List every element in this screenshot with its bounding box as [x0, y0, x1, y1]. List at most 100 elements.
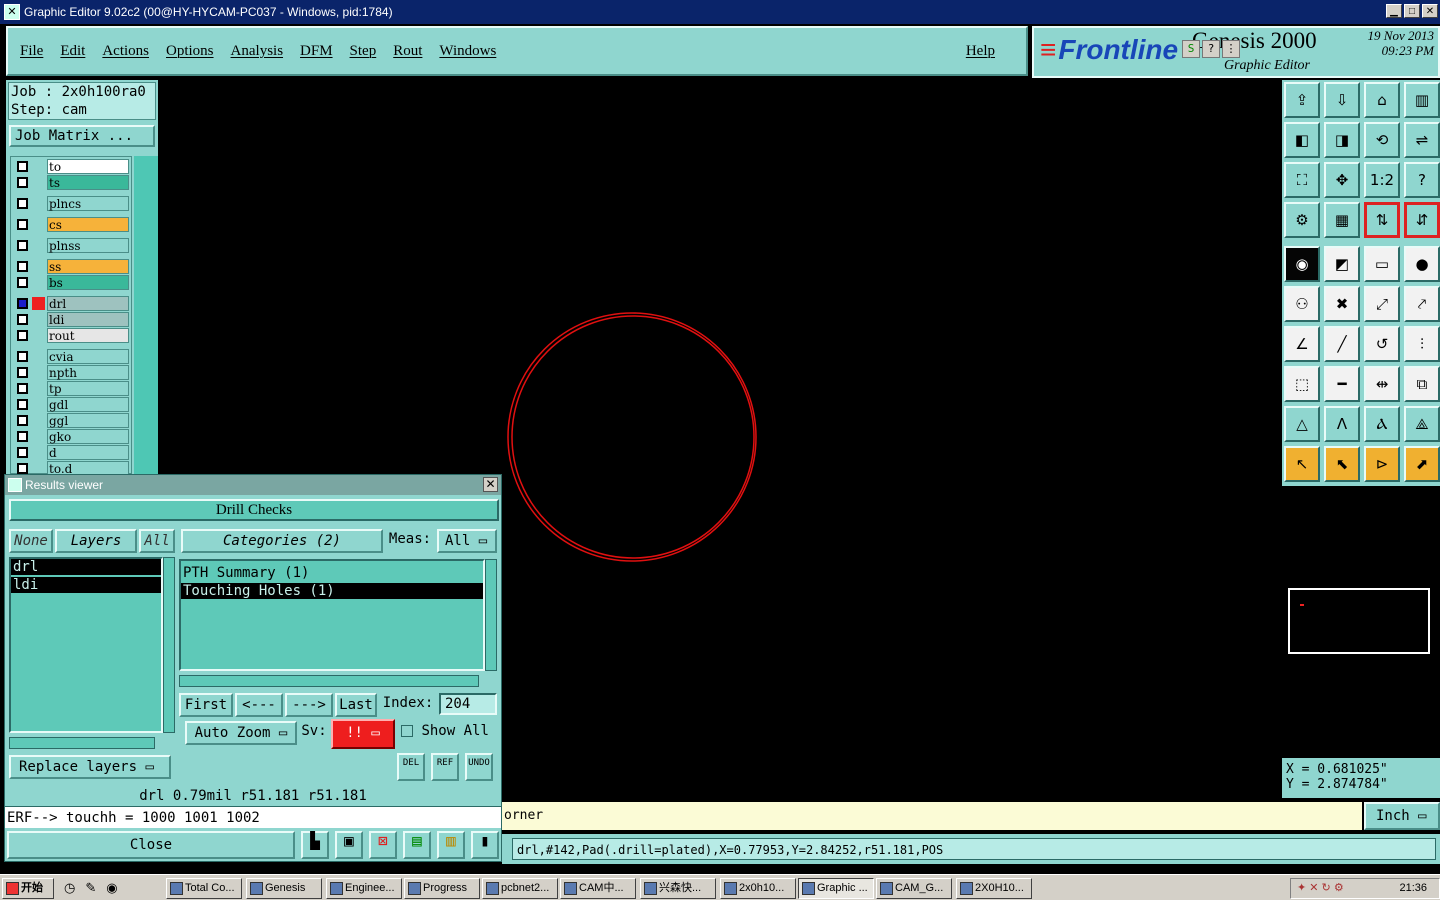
next-button[interactable]: ---> [285, 693, 333, 717]
category-results-list[interactable]: PTH Summary (1) Touching Holes (1) [179, 559, 485, 671]
prev-step-icon[interactable]: ◧ [1284, 122, 1320, 158]
show-all-checkbox[interactable]: Show All [401, 721, 497, 745]
layer-checkbox[interactable] [17, 463, 28, 474]
home-icon[interactable]: ⌂ [1364, 82, 1400, 118]
layer-row-plncs[interactable]: plncs [13, 196, 131, 211]
menu-windows[interactable]: Windows [439, 43, 496, 60]
job-matrix-button[interactable]: Job Matrix ... [9, 125, 155, 147]
dimension-icon[interactable]: ⇹ [1364, 366, 1400, 402]
taskbar-task[interactable]: Graphic ... [798, 878, 874, 899]
net-icon[interactable]: ⚇ [1284, 286, 1320, 322]
feature-icon[interactable]: ⬚ [1284, 366, 1320, 402]
help-icon[interactable]: ? [1404, 162, 1440, 198]
ie-icon[interactable]: ◉ [106, 880, 117, 896]
layer-row-tp[interactable]: tp [13, 381, 131, 396]
none-button[interactable]: None [9, 529, 53, 553]
help-icon[interactable]: ? [1202, 40, 1220, 58]
taskbar-task[interactable]: Enginee... [326, 878, 402, 899]
layer-row-cs[interactable]: cs [13, 217, 131, 232]
taskbar-task[interactable]: CAM_G... [876, 878, 952, 899]
taskbar-task[interactable]: Total Co... [166, 878, 242, 899]
menu-help[interactable]: Help [966, 43, 995, 60]
arch-icon[interactable]: Ⲁ [1364, 406, 1400, 442]
ref-delete-icon[interactable]: ⊠ [369, 831, 397, 859]
direction-icon[interactable]: ⊳ [1364, 446, 1400, 482]
split-icon[interactable]: ▥ [1404, 82, 1440, 118]
menu-analysis[interactable]: Analysis [231, 43, 284, 60]
next-step-icon[interactable]: ◨ [1324, 122, 1360, 158]
menu-step[interactable]: Step [350, 43, 377, 60]
layers-button[interactable]: Layers [55, 529, 137, 553]
list-item[interactable]: ldi [11, 577, 161, 593]
start-button[interactable]: 开始 [2, 878, 54, 899]
layer-row-plnss[interactable]: plnss [13, 238, 131, 253]
step-icon[interactable]: ▤ [403, 831, 431, 859]
layer-row-ss[interactable]: ss [13, 259, 131, 274]
fit-icon[interactable]: ⛶ [1284, 162, 1320, 198]
peak-icon[interactable]: Ʌ [1324, 406, 1360, 442]
layer-checkbox[interactable] [17, 177, 28, 188]
first-button[interactable]: First [179, 693, 233, 717]
layer-results-list[interactable]: drl ldi [9, 557, 163, 733]
layer-up-icon[interactable]: ⇅ [1364, 202, 1400, 238]
delete-icon[interactable]: ✖ [1324, 286, 1360, 322]
tray-icons[interactable]: ✦ ✕ ↻ ⚙ [1297, 879, 1344, 898]
ratio-icon[interactable]: 1:2 [1364, 162, 1400, 198]
ref-icon[interactable]: REF [431, 753, 459, 781]
grid-icon[interactable]: ▦ [1324, 202, 1360, 238]
swap-icon[interactable]: ⇌ [1404, 122, 1440, 158]
open-icon[interactable]: ⇪ [1284, 82, 1320, 118]
layer-row-to[interactable]: to [13, 159, 131, 174]
layer-checkbox[interactable] [17, 415, 28, 426]
shape-icon[interactable]: ⟁ [1404, 406, 1440, 442]
measure-icon[interactable]: ▭ [1364, 246, 1400, 282]
layer-checkbox[interactable] [17, 298, 28, 309]
line-icon[interactable]: ╱ [1324, 326, 1360, 362]
menu-rout[interactable]: Rout [393, 43, 422, 60]
layer-list-hscrollbar[interactable] [9, 737, 155, 749]
taskbar-task[interactable]: CAM中... [560, 878, 636, 899]
last-button[interactable]: Last [335, 693, 377, 717]
category-list-scrollbar[interactable] [485, 559, 497, 671]
layer-row-gko[interactable]: gko [13, 429, 131, 444]
list-item[interactable]: drl [11, 559, 161, 575]
rotate-icon[interactable]: ↺ [1364, 326, 1400, 362]
minimize-button[interactable]: ▁ [1386, 4, 1402, 18]
layer-checkbox[interactable] [17, 261, 28, 272]
layer-checkbox[interactable] [17, 198, 28, 209]
categories-button[interactable]: Categories (2) [181, 529, 383, 553]
bar-icon[interactable]: ━ [1324, 366, 1360, 402]
layer-row-cvia[interactable]: cvia [13, 349, 131, 364]
layer-list-scrollbar[interactable] [163, 557, 175, 733]
menu-edit[interactable]: Edit [60, 43, 85, 60]
group-icon[interactable]: ⧉ [1404, 366, 1440, 402]
angle-icon[interactable]: ∠ [1284, 326, 1320, 362]
move-icon[interactable]: ⤢ [1364, 286, 1400, 322]
align-icon[interactable]: ⫶ [1404, 326, 1440, 362]
overview-map[interactable] [1282, 486, 1440, 758]
replace-layers-dropdown[interactable]: Replace layers ▭ [9, 755, 171, 779]
category-list-hscrollbar[interactable] [179, 675, 479, 687]
chart-icon[interactable]: ▮ [471, 831, 499, 859]
layer-checkbox[interactable] [17, 351, 28, 362]
taskbar-task[interactable]: 2x0h10... [720, 878, 796, 899]
layer-checkbox[interactable] [17, 367, 28, 378]
units-dropdown[interactable]: Inch ▭ [1364, 802, 1440, 830]
menu-actions[interactable]: Actions [102, 43, 149, 60]
pad-icon[interactable]: ◉ [1284, 246, 1320, 282]
route-icon[interactable]: ⬈ [1404, 446, 1440, 482]
layer-checkbox[interactable] [17, 277, 28, 288]
layer-checkbox[interactable] [17, 219, 28, 230]
save-icon[interactable]: ⇩ [1324, 82, 1360, 118]
taskbar-task[interactable]: Genesis [246, 878, 322, 899]
auto-zoom-dropdown[interactable]: Auto Zoom ▭ [185, 721, 297, 745]
close-icon[interactable]: ✕ [483, 477, 498, 492]
layer-down-icon[interactable]: ⇵ [1404, 202, 1440, 238]
list-item[interactable]: PTH Summary (1) [181, 565, 483, 581]
layer-checkbox[interactable] [17, 431, 28, 442]
layer-row-ts[interactable]: ts [13, 175, 131, 190]
undo-view-icon[interactable]: ⟲ [1364, 122, 1400, 158]
copy-icon[interactable]: ⤤ [1404, 286, 1440, 322]
layer-checkbox[interactable] [17, 447, 28, 458]
layer-row-ggl[interactable]: ggl [13, 413, 131, 428]
